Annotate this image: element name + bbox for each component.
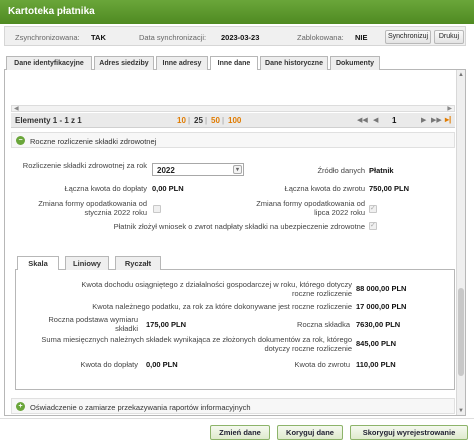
- source-label: Źródło danych: [317, 166, 365, 175]
- page-size-100[interactable]: 100: [228, 116, 241, 125]
- annual-settlement-form: Rozliczenie składki zdrowotnej za rok 20…: [11, 151, 455, 249]
- sync-date-value: 2023-03-23: [221, 33, 260, 42]
- change-data-button[interactable]: Zmień dane: [210, 425, 270, 440]
- current-page-number[interactable]: 1: [392, 116, 396, 125]
- monthly-sum-value: 845,00 PLN: [356, 339, 397, 348]
- income-label: Kwota dochodu osiągniętego z działalnośc…: [81, 280, 352, 298]
- section-title: Oświadczenie o zamiarze przekazywania ra…: [30, 403, 251, 412]
- income-value: 88 000,00 PLN: [356, 284, 407, 293]
- tax-change-january-label: Zmiana formy opodatkowania od stycznia 2…: [38, 199, 147, 217]
- tab-linear[interactable]: Liniowy: [65, 256, 109, 270]
- tax-change-july-checkbox[interactable]: [369, 204, 377, 213]
- action-footer: Zmień dane Koryguj dane Skoryguj wyrejes…: [0, 418, 474, 445]
- refund-request-checkbox[interactable]: [369, 221, 377, 230]
- print-button[interactable]: Drukuj: [434, 30, 464, 44]
- scroll-up-icon[interactable]: ▲: [457, 72, 465, 78]
- scale-panel: Kwota dochodu osiągniętego z działalnośc…: [15, 270, 455, 390]
- tax-due-label: Kwota należnego podatku, za rok za które…: [92, 302, 352, 311]
- page-size-50[interactable]: 50: [211, 116, 220, 125]
- locked-label: Zablokowana:: [297, 33, 344, 42]
- locked-value: NIE: [355, 33, 368, 42]
- section-annual-settlement[interactable]: − Roczne rozliczenie składki zdrowotnej: [11, 132, 455, 148]
- tab-other-data[interactable]: Inne dane: [210, 56, 258, 71]
- sync-status-bar: Zsynchronizowana: TAK Data synchronizacj…: [4, 26, 466, 46]
- correct-data-button[interactable]: Koryguj dane: [277, 425, 343, 440]
- separator: |: [222, 116, 225, 125]
- section-title: Roczne rozliczenie składki zdrowotnej: [30, 137, 157, 146]
- tab-history[interactable]: Dane historyczne: [260, 56, 328, 70]
- horizontal-scrollbar[interactable]: ◀ ▶: [11, 105, 455, 112]
- amount-to-pay-label: Kwota do dopłaty: [80, 360, 138, 369]
- page-size-10[interactable]: 10: [177, 116, 186, 125]
- separator: |: [205, 116, 208, 125]
- contribution-base-label: Roczna podstawa wymiaru składki: [48, 315, 138, 333]
- scrollbar-thumb[interactable]: [458, 288, 464, 376]
- scroll-left-icon[interactable]: ◀: [14, 105, 19, 112]
- amount-to-pay-value: 0,00 PLN: [146, 360, 178, 369]
- last-page-icon[interactable]: ▶▶: [431, 116, 442, 124]
- tab-other-addresses[interactable]: Inne adresy: [156, 56, 208, 70]
- tab-address[interactable]: Adres siedziby: [94, 56, 154, 70]
- synced-label: Zsynchronizowana:: [15, 33, 80, 42]
- scroll-down-icon[interactable]: ▼: [457, 408, 465, 414]
- tab-identification[interactable]: Dane identyfikacyjne: [6, 56, 92, 70]
- contribution-base-value: 175,00 PLN: [146, 320, 187, 329]
- export-icon[interactable]: ▸|: [445, 115, 451, 124]
- synced-value: TAK: [91, 33, 106, 42]
- tax-change-july-label: Zmiana formy opodatkowania od lipca 2022…: [256, 199, 365, 217]
- total-to-refund-value: 750,00 PLN: [369, 184, 410, 193]
- tax-due-value: 17 000,00 PLN: [356, 302, 407, 311]
- separator: |: [188, 116, 191, 125]
- pagination-bar: Elementy 1 - 1 z 1 10 | 25 | 50 | 100 ◀◀…: [11, 113, 455, 128]
- synchronize-button[interactable]: Synchronizuj: [385, 30, 431, 44]
- prev-page-icon[interactable]: ◀: [373, 116, 378, 124]
- tax-form-tabs: Skala Liniowy Ryczałt: [15, 256, 455, 271]
- year-label: Rozliczenie składki zdrowotnej za rok: [22, 161, 147, 170]
- total-to-pay-value: 0,00 PLN: [152, 184, 184, 193]
- first-page-icon[interactable]: ◀◀: [357, 116, 368, 124]
- tab-documents[interactable]: Dokumenty: [330, 56, 380, 70]
- tab-content-panel: ▲ ▼ ◀ ▶ Elementy 1 - 1 z 1 10 | 25 | 50 …: [4, 70, 466, 416]
- scroll-right-icon[interactable]: ▶: [447, 105, 452, 112]
- sync-date-label: Data synchronizacji:: [139, 33, 207, 42]
- correct-deregistration-button[interactable]: Skoryguj wyrejestrowanie: [350, 425, 468, 440]
- tab-scale[interactable]: Skala: [17, 256, 59, 271]
- annual-contribution-value: 7630,00 PLN: [356, 320, 401, 329]
- total-to-pay-label: Łączna kwota do dopłaty: [64, 184, 147, 193]
- source-value: Płatnik: [369, 166, 394, 175]
- total-to-refund-label: Łączna kwota do zwrotu: [284, 184, 365, 193]
- next-page-icon[interactable]: ▶: [421, 116, 426, 124]
- tab-flat-rate[interactable]: Ryczałt: [115, 256, 161, 270]
- refund-request-label: Płatnik złożył wniosek o zwrot nadpłaty …: [113, 222, 365, 231]
- expand-icon[interactable]: +: [16, 402, 25, 411]
- year-value: 2022: [157, 166, 175, 175]
- main-tabs: Dane identyfikacyjne Adres siedziby Inne…: [4, 56, 466, 71]
- annual-contribution-label: Roczna składka: [297, 320, 350, 329]
- elements-count: Elementy 1 - 1 z 1: [15, 116, 82, 125]
- vertical-scrollbar[interactable]: ▲ ▼: [456, 70, 465, 415]
- page-size-25[interactable]: 25: [194, 116, 203, 125]
- monthly-sum-label: Suma miesięcznych należnych składek wyni…: [41, 335, 352, 353]
- window-title: Kartoteka płatnika: [0, 0, 474, 24]
- amount-to-refund-label: Kwota do zwrotu: [294, 360, 350, 369]
- amount-to-refund-value: 110,00 PLN: [356, 360, 396, 369]
- collapse-icon[interactable]: −: [16, 136, 25, 145]
- section-reports-declaration[interactable]: + Oświadczenie o zamiarze przekazywania …: [11, 398, 455, 414]
- tax-change-january-checkbox[interactable]: [153, 205, 161, 213]
